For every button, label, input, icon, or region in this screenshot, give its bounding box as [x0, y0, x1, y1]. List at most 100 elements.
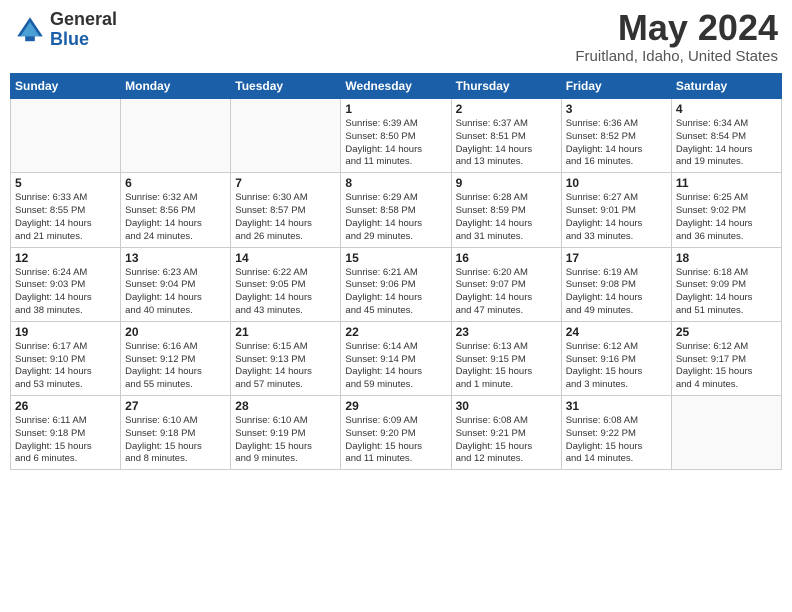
day-info: Sunrise: 6:21 AMSunset: 9:06 PMDaylight:… — [345, 267, 446, 318]
day-info: Sunrise: 6:18 AMSunset: 9:09 PMDaylight:… — [676, 267, 777, 318]
calendar-week-row: 1 Sunrise: 6:39 AMSunset: 8:50 PMDaylight… — [11, 99, 782, 173]
calendar-table: Sunday Monday Tuesday Wednesday Thursday… — [10, 73, 782, 470]
day-number: 7 — [235, 176, 336, 190]
table-row: 17Sunrise: 6:19 AMSunset: 9:08 PMDayligh… — [561, 247, 671, 321]
day-number: 1 — [345, 102, 446, 116]
table-row: 23 Sunrise: 6:13 AMSunset: 9:15 PMDayligh… — [451, 321, 561, 395]
col-thursday: Thursday — [451, 74, 561, 99]
col-wednesday: Wednesday — [341, 74, 451, 99]
day-number: 15 — [345, 251, 446, 265]
table-row — [671, 396, 781, 470]
day-info: Sunrise: 6:12 AMSunset: 9:16 PMDaylight:… — [566, 341, 667, 392]
table-row: 25 Sunrise: 6:12 AMSunset: 9:17 PMDayligh… — [671, 321, 781, 395]
col-monday: Monday — [121, 74, 231, 99]
day-info: Sunrise: 6:11 AMSunset: 9:18 PMDaylight:… — [15, 415, 116, 466]
table-row: 13 Sunrise: 6:23 AMSunset: 9:04 PMDayligh… — [121, 247, 231, 321]
table-row: 9 Sunrise: 6:28 AMSunset: 8:59 PMDaylight… — [451, 173, 561, 247]
day-info: Sunrise: 6:10 AMSunset: 9:18 PMDaylight:… — [125, 415, 226, 466]
day-number: 22 — [345, 325, 446, 339]
table-row: 11 Sunrise: 6:25 AMSunset: 9:02 PMDayligh… — [671, 173, 781, 247]
day-info: Sunrise: 6:28 AMSunset: 8:59 PMDaylight:… — [456, 192, 557, 243]
calendar-week-row: 19Sunrise: 6:17 AMSunset: 9:10 PMDayligh… — [11, 321, 782, 395]
day-number: 29 — [345, 399, 446, 413]
page-header: General Blue May 2024 Fruitland, Idaho, … — [10, 10, 782, 65]
day-number: 25 — [676, 325, 777, 339]
logo: General Blue — [14, 10, 117, 50]
day-number: 11 — [676, 176, 777, 190]
calendar-title: May 2024 — [575, 10, 778, 46]
calendar-location: Fruitland, Idaho, United States — [575, 48, 778, 65]
col-tuesday: Tuesday — [231, 74, 341, 99]
day-number: 2 — [456, 102, 557, 116]
table-row: 12Sunrise: 6:24 AMSunset: 9:03 PMDayligh… — [11, 247, 121, 321]
day-info: Sunrise: 6:36 AMSunset: 8:52 PMDaylight:… — [566, 118, 667, 169]
table-row: 30 Sunrise: 6:08 AMSunset: 9:21 PMDayligh… — [451, 396, 561, 470]
day-number: 3 — [566, 102, 667, 116]
day-info: Sunrise: 6:10 AMSunset: 9:19 PMDaylight:… — [235, 415, 336, 466]
table-row: 14Sunrise: 6:22 AMSunset: 9:05 PMDayligh… — [231, 247, 341, 321]
table-row: 19Sunrise: 6:17 AMSunset: 9:10 PMDayligh… — [11, 321, 121, 395]
day-info: Sunrise: 6:14 AMSunset: 9:14 PMDaylight:… — [345, 341, 446, 392]
day-info: Sunrise: 6:13 AMSunset: 9:15 PMDaylight:… — [456, 341, 557, 392]
day-number: 13 — [125, 251, 226, 265]
table-row: 21Sunrise: 6:15 AMSunset: 9:13 PMDayligh… — [231, 321, 341, 395]
day-info: Sunrise: 6:08 AMSunset: 9:21 PMDaylight:… — [456, 415, 557, 466]
table-row: 22 Sunrise: 6:14 AMSunset: 9:14 PMDayligh… — [341, 321, 451, 395]
day-number: 6 — [125, 176, 226, 190]
day-info: Sunrise: 6:27 AMSunset: 9:01 PMDaylight:… — [566, 192, 667, 243]
day-number: 12 — [15, 251, 116, 265]
table-row: 16Sunrise: 6:20 AMSunset: 9:07 PMDayligh… — [451, 247, 561, 321]
table-row — [11, 99, 121, 173]
table-row: 5 Sunrise: 6:33 AMSunset: 8:55 PMDaylight… — [11, 173, 121, 247]
day-info: Sunrise: 6:19 AMSunset: 9:08 PMDaylight:… — [566, 267, 667, 318]
table-row: 4 Sunrise: 6:34 AMSunset: 8:54 PMDaylight… — [671, 99, 781, 173]
col-friday: Friday — [561, 74, 671, 99]
col-saturday: Saturday — [671, 74, 781, 99]
table-row: 31 Sunrise: 6:08 AMSunset: 9:22 PMDayligh… — [561, 396, 671, 470]
day-number: 27 — [125, 399, 226, 413]
day-info: Sunrise: 6:08 AMSunset: 9:22 PMDaylight:… — [566, 415, 667, 466]
table-row: 10 Sunrise: 6:27 AMSunset: 9:01 PMDayligh… — [561, 173, 671, 247]
day-number: 8 — [345, 176, 446, 190]
table-row: 2Sunrise: 6:37 AMSunset: 8:51 PMDaylight… — [451, 99, 561, 173]
day-info: Sunrise: 6:25 AMSunset: 9:02 PMDaylight:… — [676, 192, 777, 243]
day-number: 10 — [566, 176, 667, 190]
day-info: Sunrise: 6:15 AMSunset: 9:13 PMDaylight:… — [235, 341, 336, 392]
table-row: 27 Sunrise: 6:10 AMSunset: 9:18 PMDayligh… — [121, 396, 231, 470]
day-number: 20 — [125, 325, 226, 339]
day-info: Sunrise: 6:16 AMSunset: 9:12 PMDaylight:… — [125, 341, 226, 392]
col-sunday: Sunday — [11, 74, 121, 99]
table-row: 6 Sunrise: 6:32 AMSunset: 8:56 PMDaylight… — [121, 173, 231, 247]
day-number: 4 — [676, 102, 777, 116]
logo-general-text: General — [50, 10, 117, 30]
table-row: 8 Sunrise: 6:29 AMSunset: 8:58 PMDaylight… — [341, 173, 451, 247]
day-info: Sunrise: 6:12 AMSunset: 9:17 PMDaylight:… — [676, 341, 777, 392]
table-row: 1 Sunrise: 6:39 AMSunset: 8:50 PMDaylight… — [341, 99, 451, 173]
day-number: 5 — [15, 176, 116, 190]
logo-text: General Blue — [50, 10, 117, 50]
day-number: 14 — [235, 251, 336, 265]
table-row: 20 Sunrise: 6:16 AMSunset: 9:12 PMDayligh… — [121, 321, 231, 395]
table-row: 15 Sunrise: 6:21 AMSunset: 9:06 PMDayligh… — [341, 247, 451, 321]
day-info: Sunrise: 6:29 AMSunset: 8:58 PMDaylight:… — [345, 192, 446, 243]
table-row: 24 Sunrise: 6:12 AMSunset: 9:16 PMDayligh… — [561, 321, 671, 395]
title-block: May 2024 Fruitland, Idaho, United States — [575, 10, 778, 65]
calendar-week-row: 26 Sunrise: 6:11 AMSunset: 9:18 PMDayligh… — [11, 396, 782, 470]
table-row — [121, 99, 231, 173]
day-number: 23 — [456, 325, 557, 339]
day-info: Sunrise: 6:32 AMSunset: 8:56 PMDaylight:… — [125, 192, 226, 243]
table-row: 26 Sunrise: 6:11 AMSunset: 9:18 PMDayligh… — [11, 396, 121, 470]
day-number: 31 — [566, 399, 667, 413]
calendar-header-row: Sunday Monday Tuesday Wednesday Thursday… — [11, 74, 782, 99]
day-info: Sunrise: 6:34 AMSunset: 8:54 PMDaylight:… — [676, 118, 777, 169]
day-info: Sunrise: 6:33 AMSunset: 8:55 PMDaylight:… — [15, 192, 116, 243]
table-row: 28Sunrise: 6:10 AMSunset: 9:19 PMDayligh… — [231, 396, 341, 470]
day-number: 26 — [15, 399, 116, 413]
day-number: 9 — [456, 176, 557, 190]
day-info: Sunrise: 6:39 AMSunset: 8:50 PMDaylight:… — [345, 118, 446, 169]
day-info: Sunrise: 6:09 AMSunset: 9:20 PMDaylight:… — [345, 415, 446, 466]
day-info: Sunrise: 6:23 AMSunset: 9:04 PMDaylight:… — [125, 267, 226, 318]
day-info: Sunrise: 6:20 AMSunset: 9:07 PMDaylight:… — [456, 267, 557, 318]
day-number: 24 — [566, 325, 667, 339]
day-number: 30 — [456, 399, 557, 413]
